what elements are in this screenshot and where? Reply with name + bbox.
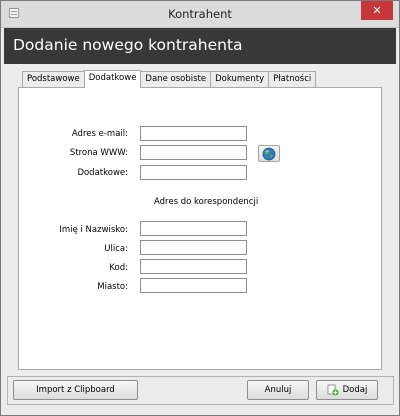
- code-label: Kod:: [109, 263, 128, 273]
- street-label: Ulica:: [104, 244, 128, 254]
- email-field[interactable]: [140, 126, 247, 141]
- code-field[interactable]: [140, 259, 247, 274]
- street-field[interactable]: [140, 240, 247, 255]
- name-field[interactable]: [140, 221, 247, 236]
- extra-field[interactable]: [140, 165, 247, 180]
- email-label: Adres e-mail:: [71, 129, 128, 139]
- cancel-label: Anuluj: [264, 385, 292, 395]
- cancel-button[interactable]: Anuluj: [247, 380, 309, 400]
- close-button[interactable]: ✕: [361, 1, 393, 20]
- open-website-button[interactable]: [258, 145, 280, 162]
- city-field[interactable]: [140, 278, 247, 293]
- www-label: Strona WWW:: [69, 148, 128, 158]
- dialog-window: Kontrahent ✕ Dodanie nowego kontrahenta …: [0, 0, 400, 416]
- tab-strip: Podstawowe Dodatkowe Dane osobiste Dokum…: [22, 70, 317, 88]
- import-clipboard-button[interactable]: Import z Clipboard: [13, 380, 138, 400]
- tab-dane-osobiste[interactable]: Dane osobiste: [140, 71, 212, 87]
- add-button[interactable]: Dodaj: [316, 380, 378, 400]
- page-title: Dodanie nowego kontrahenta: [13, 36, 243, 54]
- tab-dodatkowe[interactable]: Dodatkowe: [83, 70, 142, 88]
- import-clipboard-label: Import z Clipboard: [36, 385, 115, 395]
- tab-platnosci[interactable]: Płatności: [268, 71, 317, 87]
- correspondence-section-title: Adres do korespondencji: [154, 197, 259, 207]
- window-title: Kontrahent: [168, 7, 232, 21]
- www-field[interactable]: [140, 145, 247, 160]
- close-icon: ✕: [372, 4, 382, 17]
- add-label: Dodaj: [342, 385, 368, 395]
- city-label: Miasto:: [97, 282, 128, 292]
- globe-icon: [262, 147, 276, 160]
- title-bar: Kontrahent ✕: [1, 1, 399, 28]
- tab-podstawowe[interactable]: Podstawowe: [22, 71, 85, 87]
- name-label: Imię i Nazwisko:: [59, 225, 128, 235]
- extra-label: Dodatkowe:: [77, 168, 128, 178]
- add-document-icon: [327, 384, 339, 396]
- header-banner: Dodanie nowego kontrahenta: [4, 28, 396, 64]
- tab-dokumenty[interactable]: Dokumenty: [210, 71, 270, 87]
